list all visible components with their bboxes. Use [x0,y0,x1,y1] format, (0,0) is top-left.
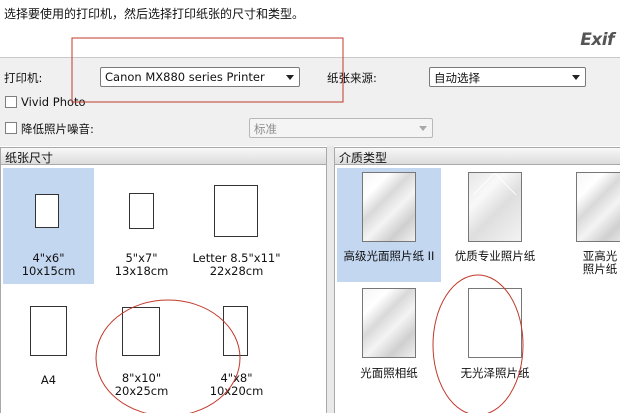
paper-sheet-icon [35,194,59,228]
paper-source-label: 纸张来源: [327,71,377,85]
panel-divider[interactable] [327,146,334,413]
reduce-noise-checkbox[interactable] [5,122,17,134]
paper-size-tile[interactable]: 5"x7" 13x18cm [96,168,187,284]
photo-paper-icon [362,288,416,358]
print-settings-area: 打印机: Canon MX880 series Printer 纸张来源: 自动… [0,58,620,146]
paper-sheet-icon [129,193,154,229]
paper-size-tile[interactable]: A4 [3,292,94,408]
media-type-tile[interactable]: 光面照相纸 [337,285,441,399]
paper-sheet-icon [223,306,248,356]
media-type-header: 介质类型 [334,147,620,165]
noise-level-value: 标准 [254,122,277,136]
paper-size-metric: 10x15cm [21,264,76,278]
chevron-down-icon [419,126,427,131]
media-type-title: 介质类型 [339,151,388,165]
instruction-header: 选择要使用的打印机，然后选择打印纸张的尺寸和类型。 Exif [0,0,620,58]
paper-size-title: 纸张尺寸 [5,151,54,165]
paper-size-header: 纸张尺寸 [0,147,327,165]
media-type-label: 光面照相纸 [360,366,418,380]
paper-source-select[interactable]: 自动选择 [429,67,586,87]
paper-size-tile[interactable]: 4"x8" 10x20cm [189,292,284,408]
paper-source-value: 自动选择 [434,71,480,85]
media-type-label-line2: 照片纸 [582,262,618,276]
media-type-label: 无光泽照片纸 [460,366,530,380]
paper-size-label: A4 [40,373,57,387]
printer-select[interactable]: Canon MX880 series Printer [100,67,300,87]
paper-sheet-icon [122,307,160,356]
paper-size-metric: 10x20cm [209,384,264,398]
paper-size-metric: 20x25cm [114,384,169,398]
pro-paper-icon [468,172,522,242]
printer-label: 打印机: [4,71,43,85]
vivid-photo-checkbox[interactable] [5,96,17,108]
matte-paper-icon [468,288,522,358]
paper-size-tile[interactable]: 4"x6" 10x15cm [3,168,94,284]
printer-select-value: Canon MX880 series Printer [105,70,265,84]
media-type-tile[interactable]: 亚高光 照片纸 [549,168,620,282]
paper-sheet-icon [214,185,258,237]
media-type-label: 优质专业照片纸 [454,249,536,263]
media-type-tile[interactable]: 优质专业照片纸 [443,168,547,282]
glossy-paper-icon [362,172,416,242]
paper-sheet-icon [30,306,67,356]
exif-logo: Exif [580,30,614,50]
paper-size-metric: 22x28cm [209,264,264,278]
media-type-tile[interactable]: 无光泽照片纸 [443,285,547,399]
chevron-down-icon [572,75,580,80]
media-type-tile[interactable]: 高级光面照片纸 II [337,168,441,282]
paper-size-tile[interactable]: Letter 8.5"x11" 22x28cm [189,168,284,284]
paper-size-tile[interactable]: 8"x10" 20x25cm [96,292,187,408]
reduce-noise-label: 降低照片噪音: [21,122,94,136]
semi-gloss-paper-icon [576,172,620,242]
paper-size-metric: 13x18cm [114,264,169,278]
media-type-label: 高级光面照片纸 II [343,249,435,263]
chevron-down-icon [286,75,294,80]
vivid-photo-label: Vivid Photo [21,95,86,109]
noise-level-select[interactable]: 标准 [249,118,433,138]
instruction-text: 选择要使用的打印机，然后选择打印纸张的尺寸和类型。 [4,7,305,21]
